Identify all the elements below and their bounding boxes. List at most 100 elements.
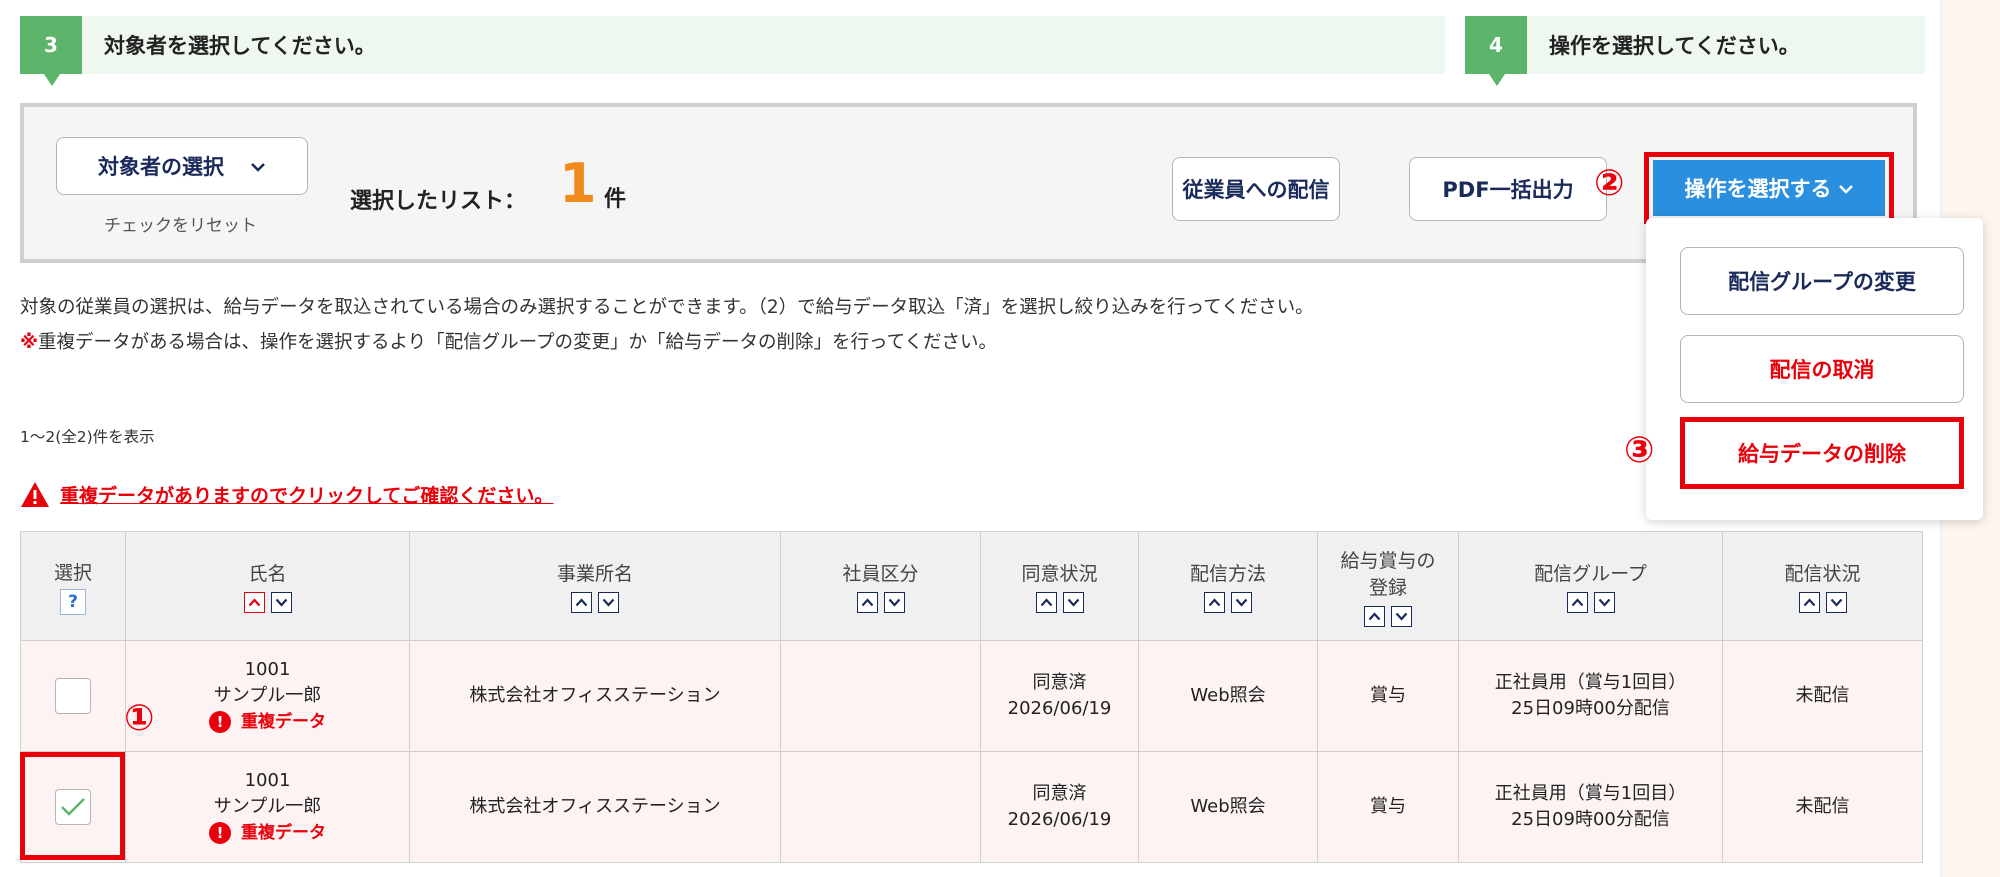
select-operation-label: 操作を選択する: [1684, 177, 1832, 201]
duplicate-warning-text: 重複データがありますのでクリックしてご確認ください。: [60, 485, 554, 507]
sort-desc-icon[interactable]: [883, 592, 905, 613]
selection-notice: 対象の従業員の選択は、給与データを取込されている場合のみ選択することができます。…: [20, 297, 1314, 318]
sort-asc-icon[interactable]: [1566, 592, 1588, 613]
step-3-header: 3 対象者を選択してください。: [20, 16, 1445, 86]
annotation-marker-3: ③: [1624, 430, 1655, 471]
status-cell: 未配信: [1722, 640, 1923, 752]
sort-asc-icon[interactable]: [1798, 592, 1820, 613]
employee-name: サンプル一郎: [213, 796, 322, 817]
column-header-group: 配信グループ: [1458, 531, 1723, 641]
exclamation-icon: !: [209, 711, 231, 733]
column-select-label: 選択: [53, 561, 92, 584]
step-4-title: 操作を選択してください。: [1549, 34, 1800, 58]
employee-id: 1001: [244, 770, 291, 791]
row-checkbox[interactable]: [55, 678, 91, 714]
sort-asc-icon[interactable]: [1035, 592, 1057, 613]
selection-panel: 対象者の選択 チェックをリセット 選択したリスト： 1 件 従業員への配信 PD…: [20, 103, 1917, 263]
duplicate-notice: ※重複データがある場合は、操作を選択するより「配信グループの変更」か「給与データ…: [20, 328, 997, 354]
duplicate-notice-text: 重複データがある場合は、操作を選択するより「配信グループの変更」か「給与データの…: [38, 332, 998, 353]
sort-asc-icon[interactable]: [1364, 605, 1385, 627]
menu-item-delete-payroll-data[interactable]: 給与データの削除: [1680, 417, 1964, 489]
operation-dropdown-menu: 配信グループの変更 配信の取消 給与データの削除: [1646, 218, 1983, 520]
employee-name: サンプル一郎: [213, 685, 322, 706]
duplicate-tag: ! 重複データ: [126, 709, 409, 735]
selected-count: 1: [559, 152, 597, 215]
result-range-text: 1〜2(全2)件を表示: [20, 428, 155, 446]
column-header-method: 配信方法: [1138, 531, 1318, 641]
sort-desc-icon[interactable]: [1593, 592, 1615, 613]
employee-type-cell: [780, 751, 981, 863]
group-name: 正社員用（賞与1回目）: [1494, 672, 1687, 693]
help-icon[interactable]: ?: [60, 588, 86, 615]
selected-list-label: 選択したリスト：: [350, 189, 527, 214]
consent-status: 同意済: [1032, 783, 1087, 804]
select-target-dropdown[interactable]: 対象者の選択: [56, 137, 308, 195]
select-cell: [20, 640, 126, 752]
select-target-label: 対象者の選択: [98, 155, 224, 179]
column-registration-label-2: 登録: [1368, 576, 1407, 599]
annotation-marker-2: ②: [1594, 163, 1625, 204]
name-cell: 1001 サンプル一郎 ! 重複データ: [125, 640, 410, 752]
column-header-name: 氏名: [125, 531, 410, 641]
sort-desc-icon[interactable]: [1825, 592, 1847, 613]
group-schedule: 25日09時00分配信: [1511, 809, 1670, 830]
duplicate-warning-link[interactable]: 重複データがありますのでクリックしてご確認ください。: [20, 481, 553, 508]
deliver-to-employees-button[interactable]: 従業員への配信: [1172, 157, 1340, 221]
column-header-consent: 同意状況: [980, 531, 1139, 641]
sort-desc-icon[interactable]: [1231, 592, 1252, 613]
method-cell: Web照会: [1138, 640, 1318, 752]
method-cell: Web照会: [1138, 751, 1318, 863]
column-header-employee-type: 社員区分: [780, 531, 981, 641]
column-status-label: 配信状況: [1784, 563, 1861, 585]
sort-asc-icon[interactable]: [856, 592, 878, 613]
menu-item-cancel-delivery[interactable]: 配信の取消: [1680, 335, 1964, 403]
sort-asc-icon[interactable]: [243, 592, 265, 613]
column-registration-label-1: 給与賞与の: [1340, 549, 1436, 572]
column-office-label: 事業所名: [556, 563, 633, 585]
status-cell: 未配信: [1722, 751, 1923, 863]
checkbox-highlight: [20, 752, 125, 860]
notice-mark: ※: [20, 332, 38, 353]
sort-desc-icon[interactable]: [270, 592, 292, 613]
table-row: 1001 サンプル一郎 ! 重複データ 株式会社オフィスステーション 同意済 20…: [20, 640, 1923, 752]
column-header-office: 事業所名: [409, 531, 781, 641]
employee-type-cell: [780, 640, 981, 752]
duplicate-tag-label: 重複データ: [241, 712, 326, 732]
chevron-down-icon: [250, 157, 266, 176]
step-4-number: 4: [1465, 16, 1527, 86]
menu-item-change-group[interactable]: 配信グループの変更: [1680, 247, 1964, 315]
sort-asc-icon[interactable]: [1204, 592, 1225, 613]
column-header-select: 選択 ?: [20, 531, 126, 641]
group-cell: 正社員用（賞与1回目） 25日09時00分配信: [1458, 640, 1723, 752]
step-3-number: 3: [20, 16, 82, 86]
office-cell: 株式会社オフィスステーション: [409, 640, 781, 752]
column-name-label: 氏名: [248, 563, 287, 585]
step-4-header: 4 操作を選択してください。: [1465, 16, 1925, 86]
group-schedule: 25日09時00分配信: [1511, 698, 1670, 719]
annotation-marker-1: ①: [124, 698, 155, 739]
sort-desc-icon[interactable]: [1391, 605, 1412, 627]
column-consent-label: 同意状況: [1021, 563, 1098, 585]
select-operation-button[interactable]: 操作を選択する: [1653, 160, 1885, 216]
column-header-registration: 給与賞与の 登録: [1317, 531, 1459, 641]
exclamation-icon: !: [209, 822, 231, 844]
table-row: 1001 サンプル一郎 ! 重複データ 株式会社オフィスステーション 同意済 20…: [20, 751, 1923, 863]
name-cell: 1001 サンプル一郎 ! 重複データ: [125, 751, 410, 863]
office-cell: 株式会社オフィスステーション: [409, 751, 781, 863]
chevron-down-icon: [1838, 179, 1854, 198]
sort-desc-icon[interactable]: [1062, 592, 1084, 613]
group-name: 正社員用（賞与1回目）: [1494, 783, 1687, 804]
consent-date: 2026/06/19: [1007, 809, 1112, 830]
registration-cell: 賞与: [1317, 751, 1459, 863]
consent-cell: 同意済 2026/06/19: [980, 751, 1139, 863]
selected-count-unit: 件: [604, 187, 627, 212]
duplicate-tag-label: 重複データ: [241, 823, 326, 843]
table-header-row: 選択 ? 氏名 事業所名 社員区分 同意状況 配信方法 給与賞与の 登録 配信グ…: [20, 531, 1923, 641]
sort-asc-icon[interactable]: [571, 592, 592, 613]
pdf-bulk-export-button[interactable]: PDF一括出力: [1409, 157, 1607, 221]
sort-desc-icon[interactable]: [598, 592, 619, 613]
column-method-label: 配信方法: [1189, 563, 1266, 585]
consent-date: 2026/06/19: [1007, 698, 1112, 719]
reset-checks-link[interactable]: チェックをリセット: [104, 211, 257, 236]
column-employee-type-label: 社員区分: [842, 563, 919, 585]
